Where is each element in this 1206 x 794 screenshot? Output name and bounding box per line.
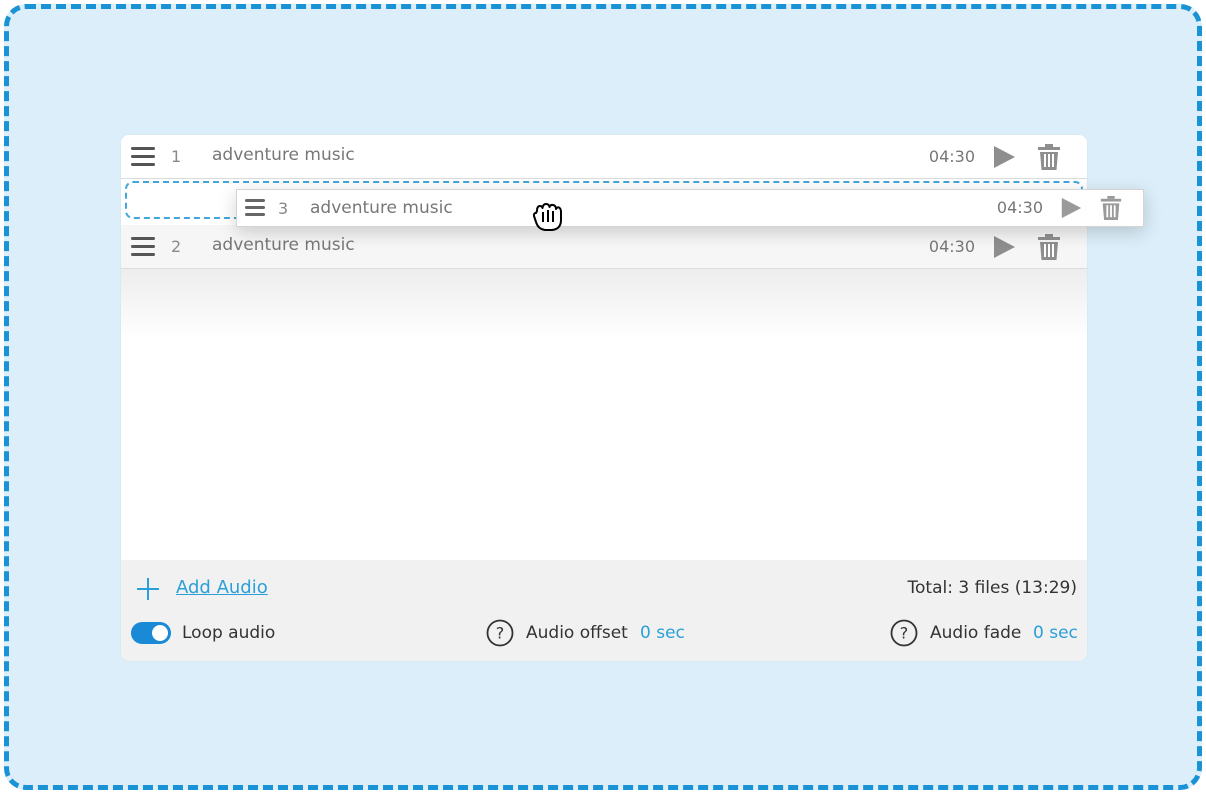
trash-icon[interactable]	[1099, 195, 1123, 221]
row-index: 2	[171, 237, 182, 256]
drag-handle-icon[interactable]	[131, 237, 155, 257]
plus-icon[interactable]	[136, 577, 160, 601]
trash-icon[interactable]	[1036, 143, 1062, 171]
track-title: adventure music	[212, 145, 355, 165]
add-audio-link[interactable]: Add Audio	[176, 577, 268, 598]
grab-hand-cursor-icon	[532, 203, 562, 231]
svg-text:?: ?	[496, 624, 505, 643]
dragged-playlist-row[interactable]: 3 adventure music 04:30	[236, 189, 1144, 227]
track-duration: 04:30	[928, 237, 975, 256]
track-duration: 04:30	[996, 198, 1043, 217]
play-icon[interactable]	[1059, 196, 1083, 220]
audio-fade-value[interactable]: 0 sec	[1033, 623, 1078, 643]
list-shadow	[121, 269, 1087, 339]
play-icon[interactable]	[991, 234, 1017, 260]
svg-text:?: ?	[900, 624, 909, 643]
toggle-knob	[152, 625, 168, 641]
drag-handle-icon[interactable]	[131, 147, 155, 167]
playlist-row[interactable]: 2 adventure music 04:30	[121, 225, 1087, 269]
loop-audio-toggle[interactable]	[131, 622, 171, 644]
playlist-footer: Add Audio Total: 3 files (13:29) Loop au…	[121, 560, 1087, 661]
track-duration: 04:30	[928, 147, 975, 166]
audio-fade-label: Audio fade	[930, 623, 1022, 643]
playlist-row[interactable]: 1 adventure music 04:30	[121, 135, 1087, 179]
row-index: 3	[278, 199, 289, 218]
trash-icon[interactable]	[1036, 233, 1062, 261]
play-icon[interactable]	[991, 144, 1017, 170]
total-files-summary: Total: 3 files (13:29)	[907, 578, 1077, 598]
question-circle-icon[interactable]: ?	[890, 619, 918, 647]
row-index: 1	[171, 147, 182, 166]
drag-handle-icon[interactable]	[245, 199, 265, 219]
question-circle-icon[interactable]: ?	[486, 619, 514, 647]
audio-offset-label: Audio offset	[526, 623, 628, 643]
track-title: adventure music	[212, 235, 355, 255]
track-title: adventure music	[310, 198, 453, 218]
audio-offset-value[interactable]: 0 sec	[640, 623, 685, 643]
loop-audio-label: Loop audio	[182, 623, 276, 643]
